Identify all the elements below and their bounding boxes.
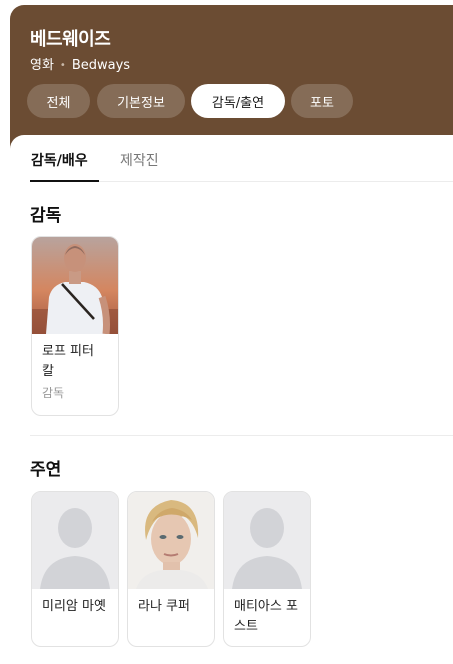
placeholder-person-icon	[32, 492, 118, 589]
tab-director-cast[interactable]: 감독/출연	[191, 84, 285, 118]
person-card-cast-2[interactable]: 라나 쿠퍼	[127, 491, 215, 647]
actress-photo	[128, 492, 214, 589]
person-name: 로프 피터 칼	[42, 344, 94, 379]
director-section-title: 감독	[30, 206, 62, 226]
content-panel: 감독/배우 제작진 감독 로프 피터 칼 감독 주연 미리암 마옛 라나 쿠퍼 …	[10, 135, 453, 664]
cast-section-title: 주연	[30, 460, 62, 480]
active-subtab-indicator	[30, 180, 99, 182]
director-photo	[32, 237, 118, 334]
section-divider	[30, 435, 453, 436]
person-name: 라나 쿠퍼	[138, 599, 190, 614]
person-card-cast-1[interactable]: 미리암 마옛	[31, 491, 119, 647]
movie-title: 베드웨이즈	[30, 29, 111, 50]
person-name: 매티아스 포스트	[234, 599, 298, 634]
person-role: 감독	[42, 386, 65, 400]
movie-subtitle: 영화 • Bedways	[30, 54, 130, 73]
placeholder-person-icon	[224, 492, 310, 589]
movie-type: 영화	[30, 58, 54, 73]
subtab-crew[interactable]: 제작진	[120, 150, 159, 170]
tab-all[interactable]: 전체	[27, 84, 90, 118]
subtab-director-actor[interactable]: 감독/배우	[31, 150, 88, 170]
person-card-cast-3[interactable]: 매티아스 포스트	[223, 491, 311, 647]
person-card-director[interactable]: 로프 피터 칼 감독	[31, 236, 119, 416]
person-name: 미리암 마옛	[42, 599, 106, 614]
tab-basic-info[interactable]: 기본정보	[97, 84, 185, 118]
movie-original-title: Bedways	[71, 58, 131, 73]
tab-photo[interactable]: 포토	[291, 84, 353, 118]
movie-header: 베드웨이즈 영화 • Bedways 전체 기본정보 감독/출연 포토	[10, 5, 453, 150]
separator-dot: •	[59, 60, 66, 71]
